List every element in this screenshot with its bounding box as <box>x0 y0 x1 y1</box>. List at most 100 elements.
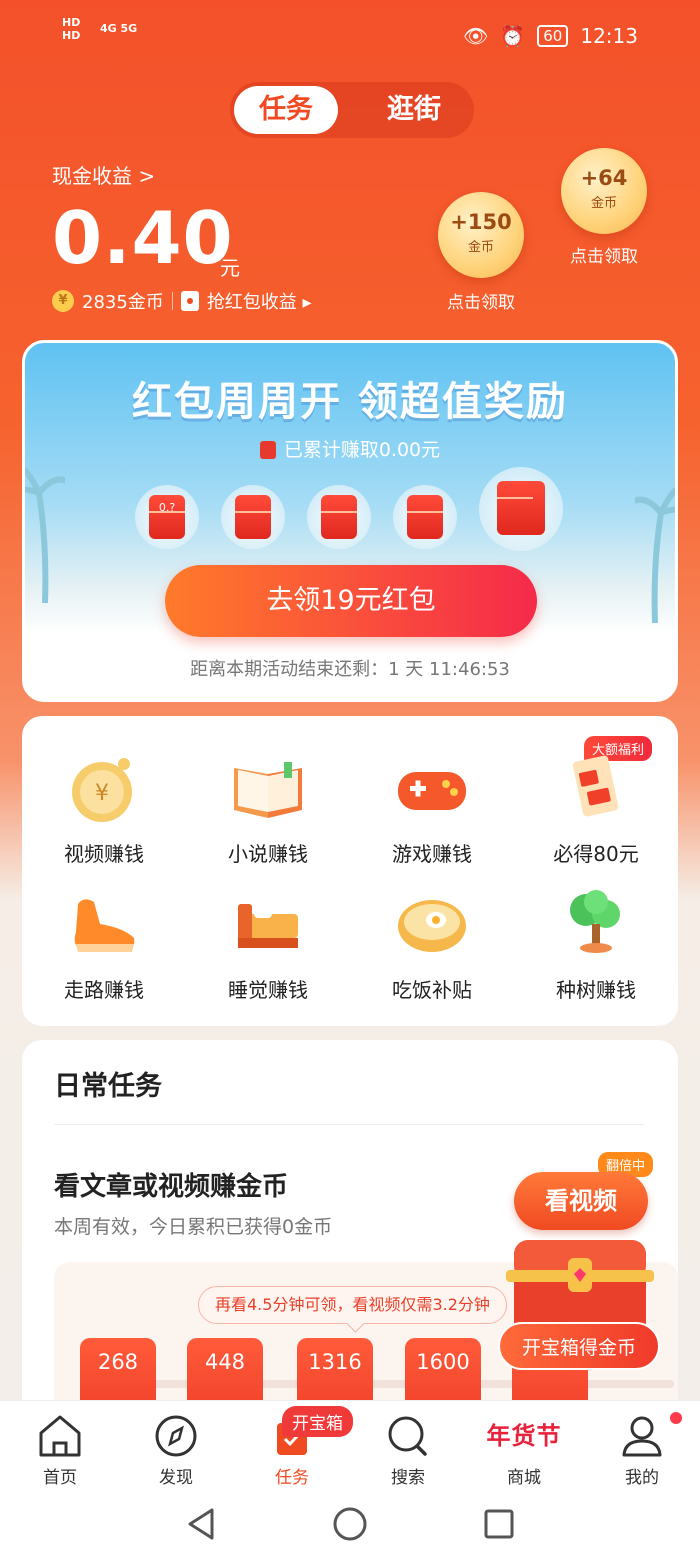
home-circle-icon[interactable] <box>332 1506 368 1542</box>
network-indicator: 4G 5G <box>100 22 138 35</box>
envelope-2[interactable] <box>221 485 285 549</box>
notification-dot <box>670 1412 682 1424</box>
red-packet-icon <box>556 748 636 828</box>
grid-item-video[interactable]: ¥ 视频赚钱 <box>22 748 186 867</box>
bed-icon <box>228 884 308 964</box>
svg-text:¥: ¥ <box>95 781 109 806</box>
grid-item-label: 必得80元 <box>553 842 639 866</box>
bowl-icon <box>392 884 472 964</box>
red-packet-icon <box>235 495 271 539</box>
clock: 12:13 <box>580 24 638 48</box>
tab-task[interactable]: 任务 <box>234 86 338 134</box>
nav-home[interactable]: 首页 <box>2 1411 118 1488</box>
envelope-3[interactable] <box>307 485 371 549</box>
activity-countdown: 距离本期活动结束还剩：1 天 11:46:53 <box>190 659 510 680</box>
task-title: 看文章或视频赚金币 <box>54 1172 289 1202</box>
divider <box>54 1124 644 1125</box>
grid-item-guaranteed-80[interactable]: 必得80元 <box>514 748 678 867</box>
banner-title: 红包周周开 领超值奖励 <box>132 379 568 425</box>
nav-label: 我的 <box>625 1468 659 1488</box>
cash-earnings-link[interactable]: 现金收益 > <box>52 160 155 189</box>
red-packet-icon <box>321 495 357 539</box>
open-chest-tag[interactable]: 开宝箱 <box>282 1406 353 1437</box>
grid-item-meal[interactable]: 吃饭补贴 <box>350 884 514 1003</box>
bubble-claim-label[interactable]: 点击领取 <box>421 288 541 313</box>
bubble-amount: +64 <box>580 166 628 190</box>
nav-label: 首页 <box>43 1468 77 1488</box>
coin-balance[interactable]: 2835金币 <box>82 288 164 314</box>
recents-icon[interactable] <box>482 1506 516 1542</box>
festival-icon: 年货节 <box>486 1422 562 1450</box>
nav-label: 商城 <box>507 1468 541 1488</box>
grid-item-label: 走路赚钱 <box>64 978 144 1002</box>
daily-tasks-title: 日常任务 <box>54 1071 162 1102</box>
red-packet-icon <box>407 495 443 539</box>
search-icon <box>383 1411 433 1461</box>
hd-indicator: HD HD <box>62 16 81 42</box>
compass-icon <box>151 1411 201 1461</box>
profile-icon <box>617 1411 667 1461</box>
grid-item-label: 视频赚钱 <box>64 842 144 866</box>
bubble-unit: 金币 <box>590 196 617 211</box>
alarm-icon: ⏰ <box>500 24 526 48</box>
watch-video-button[interactable]: 看视频 <box>514 1172 648 1230</box>
nav-label: 搜索 <box>391 1468 425 1488</box>
open-chest-button[interactable]: 开宝箱得金币 <box>498 1322 660 1370</box>
coins-row: ¥ 2835金币 抢红包收益 ▸ <box>52 288 312 314</box>
grid-item-label: 吃饭补贴 <box>392 978 472 1002</box>
cash-unit: 元 <box>220 256 240 280</box>
bubble-unit: 金币 <box>467 240 494 255</box>
eye-icon: 👁 <box>462 24 489 48</box>
system-nav-bar <box>0 1494 700 1555</box>
nav-label: 任务 <box>275 1468 309 1488</box>
red-packet-mini-icon <box>259 441 276 459</box>
grid-item-game[interactable]: 游戏赚钱 <box>350 748 514 867</box>
coin-bubble-64[interactable]: +64 金币 <box>561 148 647 234</box>
envelope-4[interactable] <box>393 485 457 549</box>
envelope-1[interactable]: 0.? <box>135 485 199 549</box>
grid-item-tree[interactable]: 种树赚钱 <box>514 884 678 1003</box>
coin-icon: ¥ <box>52 290 74 312</box>
grid-item-label: 种树赚钱 <box>556 978 636 1002</box>
accumulated-earnings: 已累计赚取0.00元 <box>283 439 441 461</box>
weekly-red-packet-banner[interactable]: 红包周周开 领超值奖励 已累计赚取0.00元 0.? 去领19元红包 距离本期活… <box>22 340 678 702</box>
tab-shopping[interactable]: 逛街 <box>362 86 466 134</box>
bubble-amount: +150 <box>450 210 512 234</box>
red-packet-income-link[interactable]: 抢红包收益 ▸ <box>207 288 312 314</box>
book-icon <box>228 748 308 828</box>
grid-item-label: 小说赚钱 <box>228 842 308 866</box>
palm-tree-icon <box>25 466 65 603</box>
gamepad-icon <box>392 748 472 828</box>
top-tab-switch: 任务 逛街 <box>230 82 474 138</box>
battery-indicator: 60 <box>537 25 569 47</box>
shoe-icon <box>64 884 144 964</box>
grid-item-label: 游戏赚钱 <box>392 842 472 866</box>
palm-tree-icon <box>635 486 675 623</box>
back-icon[interactable] <box>184 1506 218 1542</box>
nav-discover[interactable]: 发现 <box>118 1411 234 1488</box>
task-subtitle: 本周有效，今日累积已获得0金币 <box>54 1216 333 1238</box>
red-packet-small-icon <box>180 291 199 311</box>
treasure-chest-icon[interactable] <box>506 1234 654 1334</box>
grid-item-walk[interactable]: 走路赚钱 <box>22 884 186 1003</box>
envelope-value: 0.? <box>158 501 176 514</box>
coin-bubble-150[interactable]: +150 金币 <box>438 192 524 278</box>
claim-red-packet-button[interactable]: 去领19元红包 <box>165 565 537 637</box>
grid-item-novel[interactable]: 小说赚钱 <box>186 748 350 867</box>
video-coin-icon: ¥ <box>64 748 144 828</box>
envelope-5-big[interactable] <box>479 467 563 551</box>
cash-value: 0.40 <box>52 196 234 280</box>
grid-item-sleep[interactable]: 睡觉赚钱 <box>186 884 350 1003</box>
divider <box>171 292 173 310</box>
nav-search[interactable]: 搜索 <box>350 1411 466 1488</box>
nav-mall[interactable]: 年货节 商城 <box>466 1411 582 1488</box>
earn-methods-grid: 大额福利 ¥ 视频赚钱 小说赚钱 游戏赚钱 必得80元 走路赚钱 睡觉赚钱 吃饭… <box>22 716 678 1026</box>
home-icon <box>35 1411 85 1461</box>
grid-item-label: 睡觉赚钱 <box>228 978 308 1002</box>
bubble-claim-label[interactable]: 点击领取 <box>544 242 664 267</box>
nav-profile[interactable]: 我的 <box>584 1411 700 1488</box>
status-right: 👁 ⏰ 60 12:13 <box>463 24 638 48</box>
banner-subtitle: 已累计赚取0.00元 <box>25 435 675 462</box>
red-packet-icon <box>497 481 545 535</box>
progress-hint: 再看4.5分钟可领，看视频仅需3.2分钟 <box>198 1286 507 1324</box>
